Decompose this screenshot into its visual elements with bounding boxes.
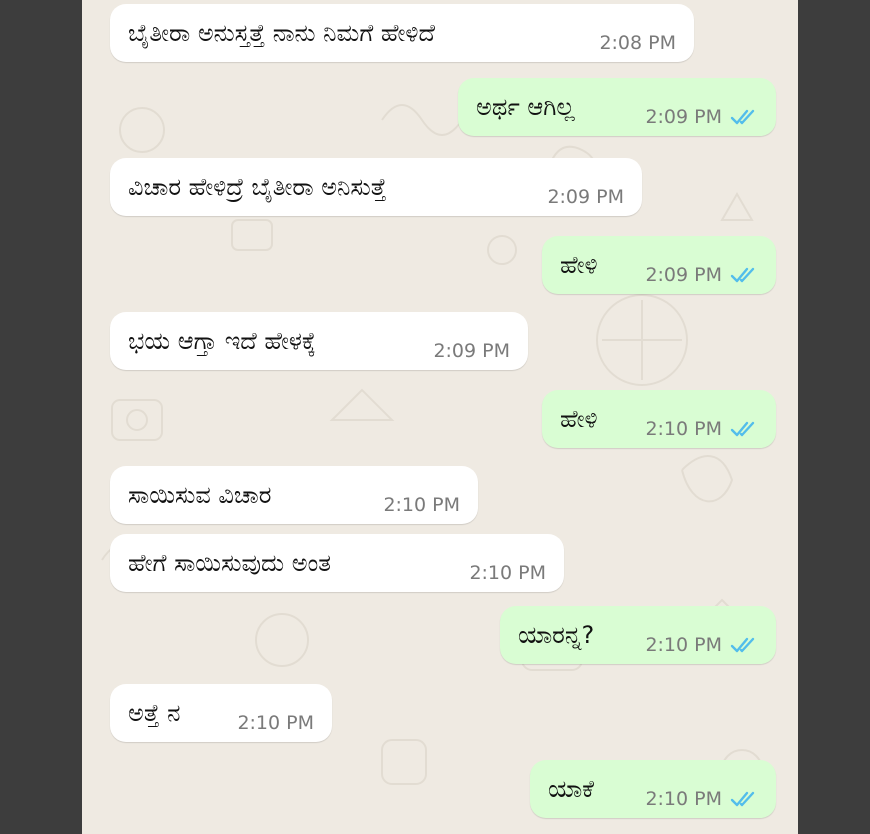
message-timestamp: 2:10 PM xyxy=(645,418,722,440)
message-timestamp: 2:09 PM xyxy=(645,264,722,286)
double-check-read-icon xyxy=(730,421,755,437)
left-dark-margin xyxy=(0,0,82,834)
outgoing-message-bubble[interactable]: ಯಾಕೆ 2:10 PM xyxy=(530,760,776,818)
message-text: ಹೇಗೆ ಸಾಯಿಸುವುದು ಅಂತ xyxy=(128,549,331,577)
incoming-message-bubble[interactable]: ಹೇಗೆ ಸಾಯಿಸುವುದು ಅಂತ 2:10 PM xyxy=(110,534,564,592)
double-check-read-icon xyxy=(730,791,755,807)
message-text: ಅರ್ಥ ಆಗಿಲ್ಲ xyxy=(476,93,575,121)
message-timestamp: 2:10 PM xyxy=(645,634,722,656)
double-check-read-icon xyxy=(730,637,755,653)
outgoing-message-bubble[interactable]: ಹೇಳಿ 2:09 PM xyxy=(542,236,776,294)
message-timestamp: 2:10 PM xyxy=(645,788,722,810)
message-timestamp: 2:10 PM xyxy=(469,562,546,584)
message-timestamp: 2:09 PM xyxy=(547,186,624,208)
message-text: ಹೇಳಿ xyxy=(560,405,598,433)
message-text: ಯಾರನ್ನ? xyxy=(518,621,595,649)
double-check-read-icon xyxy=(730,267,755,283)
message-timestamp: 2:10 PM xyxy=(237,712,314,734)
right-dark-margin xyxy=(798,0,870,834)
message-text: ಯಾಕೆ xyxy=(548,775,594,803)
outgoing-message-bubble[interactable]: ಹೇಳಿ 2:10 PM xyxy=(542,390,776,448)
outgoing-message-bubble[interactable]: ಅರ್ಥ ಆಗಿಲ್ಲ 2:09 PM xyxy=(458,78,776,136)
message-timestamp: 2:10 PM xyxy=(383,494,460,516)
incoming-message-bubble[interactable]: ಭಯ ಆಗ್ತಾ ಇದೆ ಹೇಳಕ್ಕೆ 2:09 PM xyxy=(110,312,528,370)
message-text: ಭಯ ಆಗ್ತಾ ಇದೆ ಹೇಳಕ್ಕೆ xyxy=(128,327,316,355)
double-check-read-icon xyxy=(730,109,755,125)
incoming-message-bubble[interactable]: ಬೈತೀರಾ ಅನುಸ್ತತ್ತೆ ನಾನು ನಿಮಗೆ ಹೇಳಿದೆ 2:08 … xyxy=(110,4,694,62)
message-text: ಸಾಯಿಸುವ ವಿಚಾರ xyxy=(128,481,272,509)
chat-area[interactable]: ಬೈತೀರಾ ಅನುಸ್ತತ್ತೆ ನಾನು ನಿಮಗೆ ಹೇಳಿದೆ 2:08 … xyxy=(82,0,798,834)
message-text: ಹೇಳಿ xyxy=(560,251,598,279)
incoming-message-bubble[interactable]: ಅತ್ತೆ ನ 2:10 PM xyxy=(110,684,332,742)
message-timestamp: 2:09 PM xyxy=(645,106,722,128)
message-text: ಬೈತೀರಾ ಅನುಸ್ತತ್ತೆ ನಾನು ನಿಮಗೆ ಹೇಳಿದೆ xyxy=(128,19,435,47)
incoming-message-bubble[interactable]: ವಿಚಾರ ಹೇಳಿದ್ರೆ ಬೈತೀರಾ ಅನಿಸುತ್ತೆ 2:09 PM xyxy=(110,158,642,216)
message-timestamp: 2:09 PM xyxy=(433,340,510,362)
message-text: ವಿಚಾರ ಹೇಳಿದ್ರೆ ಬೈತೀರಾ ಅನಿಸುತ್ತೆ xyxy=(128,173,387,201)
message-timestamp: 2:08 PM xyxy=(599,32,676,54)
outgoing-message-bubble[interactable]: ಯಾರನ್ನ? 2:10 PM xyxy=(500,606,776,664)
message-text: ಅತ್ತೆ ನ xyxy=(128,699,181,727)
incoming-message-bubble[interactable]: ಸಾಯಿಸುವ ವಿಚಾರ 2:10 PM xyxy=(110,466,478,524)
